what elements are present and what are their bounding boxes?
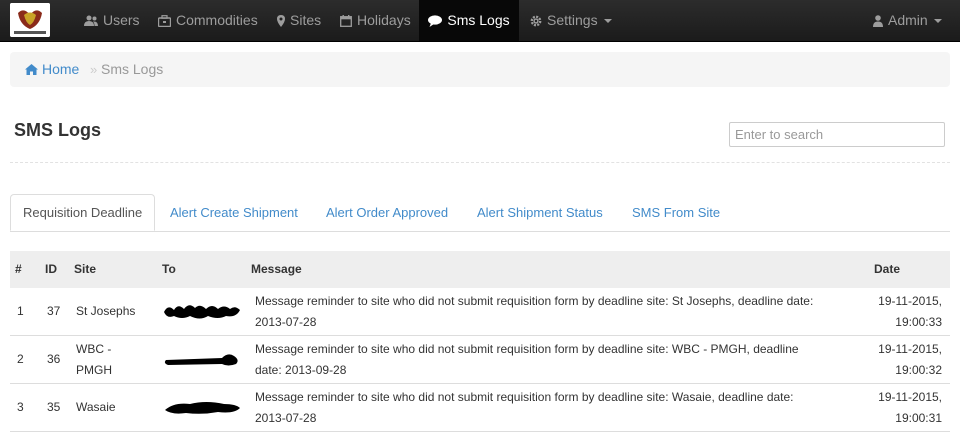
redacted-phone-number (165, 402, 240, 414)
row-site: WBC - PMGH (76, 342, 112, 377)
row-index: 3 (17, 400, 24, 414)
nav-users-label: Users (103, 12, 140, 28)
home-icon (25, 53, 38, 88)
row-message: Message reminder to site who did not sub… (255, 294, 814, 329)
row-date: 19-11-2015, 19:00:31 (860, 387, 942, 429)
table-row: 3 35 Wasaie Message reminder to site who… (10, 384, 950, 432)
row-id: 37 (47, 304, 61, 318)
chevron-down-icon (933, 19, 942, 24)
row-date: 19-11-2015, 19:00:33 (860, 291, 942, 333)
nav-admin-user-menu[interactable]: Admin (873, 0, 942, 41)
row-id: 36 (47, 352, 61, 366)
nav-holidays-label: Holidays (357, 12, 411, 28)
nav-commodities[interactable]: Commodities (158, 0, 258, 41)
row-message: Message reminder to site who did not sub… (255, 342, 799, 377)
column-header-site: Site (74, 262, 97, 276)
gear-icon (530, 15, 542, 27)
nav-admin-label: Admin (888, 12, 928, 28)
breadcrumb-current: Sms Logs (101, 61, 164, 77)
tab-alert-shipment-status[interactable]: Alert Shipment Status (477, 194, 603, 231)
tabs-baseline (10, 231, 950, 232)
nav-settings[interactable]: Settings (530, 0, 612, 41)
comment-icon (428, 15, 443, 28)
table-header: # ID Site To Message Date (10, 251, 950, 288)
row-date-time: 19:00:31 (895, 411, 942, 425)
nav-holidays[interactable]: Holidays (340, 0, 411, 41)
row-id: 35 (47, 400, 61, 414)
column-header-date: Date (874, 262, 901, 276)
row-date-time: 19:00:33 (895, 315, 942, 329)
nav-sites-label: Sites (290, 12, 322, 28)
nav-users[interactable]: Users (84, 0, 140, 41)
users-icon (84, 15, 98, 27)
tab-alert-create-shipment[interactable]: Alert Create Shipment (170, 194, 298, 231)
nav-sms-logs[interactable]: Sms Logs (419, 0, 519, 41)
tab-requisition-deadline[interactable]: Requisition Deadline (10, 194, 156, 231)
nav-commodities-label: Commodities (176, 12, 258, 28)
header-divider (10, 162, 950, 163)
department-of-health-logo[interactable] (10, 3, 50, 37)
nav-sms-logs-label: Sms Logs (447, 12, 510, 28)
breadcrumb-home-label: Home (42, 61, 80, 77)
row-index: 1 (17, 304, 24, 318)
column-header-message: Message (251, 262, 302, 276)
column-header-to: To (162, 262, 176, 276)
row-date-day: 19-11-2015, (878, 294, 942, 308)
row-date-day: 19-11-2015, (878, 390, 942, 404)
search-input[interactable] (729, 122, 945, 147)
row-message: Message reminder to site who did not sub… (255, 390, 794, 425)
table-row: 2 36 WBC - PMGH Message reminder to site… (10, 336, 950, 384)
table-row: 1 37 St Josephs Message reminder to site… (10, 288, 950, 336)
briefcase-icon (158, 15, 171, 28)
tab-alert-order-approved[interactable]: Alert Order Approved (326, 194, 448, 231)
chevron-down-icon (603, 19, 612, 24)
redacted-phone-number (164, 305, 240, 319)
row-date-day: 19-11-2015, (878, 342, 942, 356)
user-icon (873, 15, 883, 28)
nav-settings-label: Settings (547, 12, 598, 28)
row-index: 2 (17, 352, 24, 366)
row-date-time: 19:00:32 (895, 363, 942, 377)
redacted-phone-number (164, 354, 238, 366)
tab-sms-from-site[interactable]: SMS From Site (632, 194, 720, 231)
breadcrumb-separator: » (90, 62, 98, 77)
row-site: Wasaie (76, 400, 116, 414)
row-site: St Josephs (76, 304, 136, 318)
breadcrumb: Home » Sms Logs (10, 52, 950, 87)
top-navbar: Users Commodities Sites Holidays Sms Log… (0, 0, 960, 42)
row-date: 19-11-2015, 19:00:32 (860, 339, 942, 381)
column-header-index: # (15, 262, 22, 276)
breadcrumb-home-link[interactable]: Home (25, 52, 79, 88)
calendar-icon (340, 15, 352, 28)
nav-sites[interactable]: Sites (277, 0, 321, 41)
column-header-id: ID (45, 262, 57, 276)
map-marker-icon (277, 15, 285, 28)
page-title: SMS Logs (14, 120, 102, 140)
